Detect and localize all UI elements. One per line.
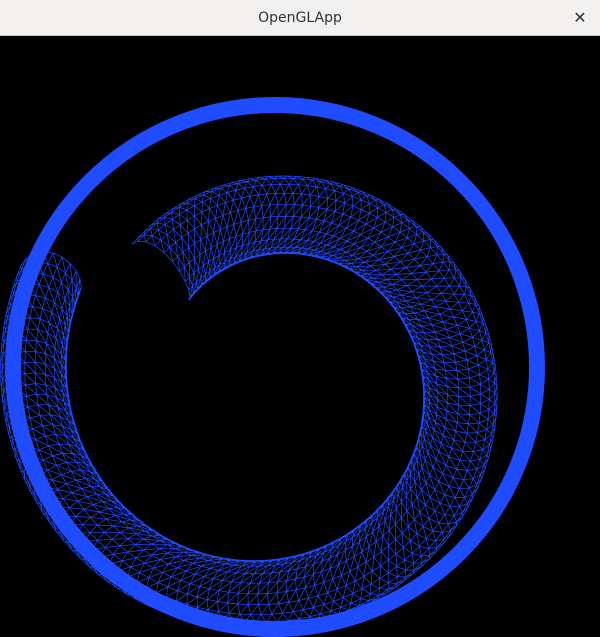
title-bar[interactable]: OpenGLApp ✕ [0,0,600,36]
wireframe-mesh [0,37,600,637]
app-window: OpenGLApp ✕ [0,0,600,637]
opengl-viewport[interactable] [0,37,600,637]
window-title: OpenGLApp [258,10,342,26]
close-icon[interactable]: ✕ [568,6,592,30]
